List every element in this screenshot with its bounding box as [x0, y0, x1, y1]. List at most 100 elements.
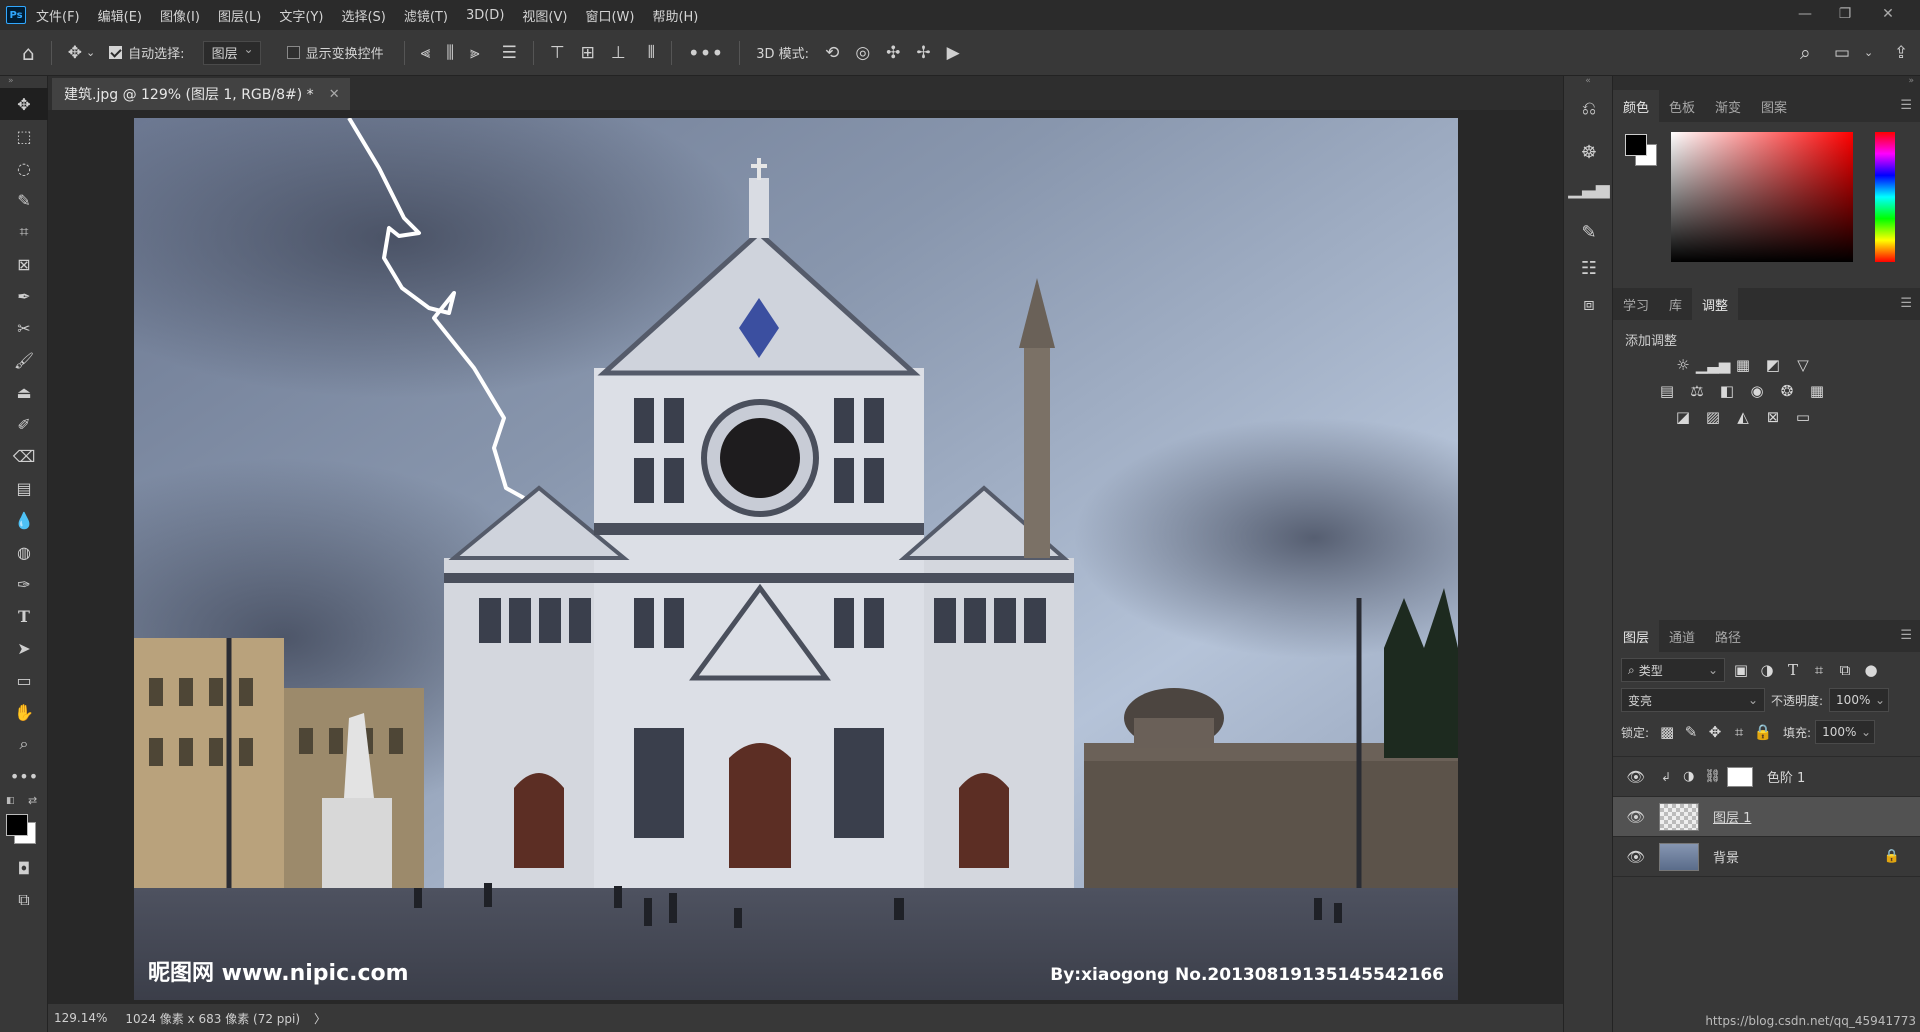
3d-roll-icon[interactable]: ◎ — [855, 43, 870, 63]
filter-shape-icon[interactable]: ⌗ — [1809, 660, 1829, 680]
align-left-icon[interactable]: ⫷ — [421, 43, 431, 63]
move-tool-icon[interactable]: ✥ — [0, 88, 48, 120]
close-icon[interactable]: ✕ — [1868, 0, 1908, 28]
layer-name[interactable]: 背景 — [1713, 847, 1739, 866]
visibility-eye-icon[interactable]: 👁 — [1623, 768, 1649, 786]
color-balance-icon[interactable]: ⚖ — [1687, 381, 1707, 401]
eraser-tool-icon[interactable]: ⌫ — [0, 440, 48, 472]
tab-libraries[interactable]: 库 — [1659, 288, 1692, 320]
status-arrow-icon[interactable]: 〉 — [314, 1010, 326, 1027]
align-center-icon[interactable]: ⫼ — [446, 43, 454, 63]
tab-channels[interactable]: 通道 — [1659, 620, 1705, 652]
foreground-color-swatch[interactable] — [6, 814, 28, 836]
healing-tool-icon[interactable]: ✂ — [0, 312, 48, 344]
tab-layers[interactable]: 图层 — [1613, 620, 1660, 652]
3d-orbit-icon[interactable]: ⟲ — [825, 43, 839, 63]
brush-tool-icon[interactable]: 🖌 — [0, 344, 48, 376]
menu-view[interactable]: 视图(V) — [522, 6, 567, 25]
filter-pixel-icon[interactable]: ▣ — [1731, 660, 1751, 680]
vibrance-icon[interactable]: ▽ — [1793, 355, 1813, 375]
history-brush-tool-icon[interactable]: ✐ — [0, 408, 48, 440]
close-tab-icon[interactable]: ✕ — [329, 87, 340, 102]
marquee-tool-icon[interactable]: ⬚ — [0, 120, 48, 152]
gradient-map-icon[interactable]: ▭ — [1793, 407, 1813, 427]
layer-name[interactable]: 图层 1 — [1713, 807, 1751, 826]
lock-artboard-icon[interactable]: ⌗ — [1729, 722, 1749, 742]
visibility-eye-icon[interactable]: 👁 — [1623, 808, 1649, 826]
3d-pan-icon[interactable]: ✣ — [886, 43, 900, 63]
3d-panel-icon[interactable]: ⧈ — [1564, 286, 1614, 322]
share-icon[interactable]: ⇪ — [1894, 43, 1908, 63]
align-bottom-icon[interactable]: ⊥ — [611, 43, 626, 63]
color-foreground-swatch[interactable] — [1625, 134, 1647, 156]
exposure-icon[interactable]: ◩ — [1763, 355, 1783, 375]
zoom-level[interactable]: 129.14% — [54, 1011, 107, 1025]
panel-menu-icon[interactable]: ☰ — [1900, 296, 1912, 311]
lock-all-icon[interactable]: 🔒 — [1753, 722, 1773, 742]
history-panel-icon[interactable]: ⎌ — [1564, 90, 1614, 126]
layer-mask-thumbnail[interactable] — [1726, 766, 1753, 787]
distribute-icon[interactable]: ☰ — [502, 43, 517, 63]
collapse-icon[interactable]: « — [1564, 76, 1612, 90]
canvas[interactable]: 昵图网 www.nipic.com By:xiaogong No.2013081… — [134, 118, 1458, 1000]
minimize-icon[interactable]: — — [1785, 0, 1825, 28]
tab-gradients[interactable]: 渐变 — [1705, 90, 1751, 122]
filter-smart-object-icon[interactable]: ⧉ — [1835, 660, 1855, 680]
posterize-icon[interactable]: ▨ — [1703, 407, 1723, 427]
show-transform-checkbox[interactable] — [286, 46, 300, 59]
stamp-tool-icon[interactable]: ⏏ — [0, 376, 48, 408]
shape-tool-icon[interactable]: ▭ — [0, 664, 48, 696]
crop-tool-icon[interactable]: ⌗ — [0, 216, 48, 248]
path-select-tool-icon[interactable]: ➤ — [0, 632, 48, 664]
tab-patterns[interactable]: 图案 — [1751, 90, 1797, 122]
lock-image-icon[interactable]: ✎ — [1681, 722, 1701, 742]
properties-panel-icon[interactable]: ☸ — [1564, 134, 1614, 170]
quick-mask-icon[interactable]: ◘ — [0, 852, 48, 884]
tab-color[interactable]: 颜色 — [1613, 90, 1660, 122]
search-icon[interactable]: ⌕ — [1800, 42, 1811, 64]
filter-toggle-icon[interactable]: ● — [1861, 660, 1881, 680]
workspace-icon[interactable]: ▭ — [1834, 43, 1850, 63]
menu-select[interactable]: 选择(S) — [341, 6, 385, 25]
align-right-icon[interactable]: ⫸ — [470, 43, 480, 63]
black-white-icon[interactable]: ◧ — [1717, 381, 1737, 401]
channel-mixer-icon[interactable]: ❂ — [1777, 381, 1797, 401]
hue-slider[interactable] — [1875, 132, 1895, 262]
layer-row[interactable]: 👁 ↲ ◑ ⛓ 色阶 1 — [1613, 757, 1920, 797]
color-lookup-icon[interactable]: ▦ — [1807, 381, 1827, 401]
histogram-icon[interactable]: ▁▃▅ — [1564, 170, 1614, 206]
pen-tool-icon[interactable]: ✑ — [0, 568, 48, 600]
home-icon[interactable]: ⌂ — [22, 41, 35, 65]
gradient-tool-icon[interactable]: ▤ — [0, 472, 48, 504]
opacity-field[interactable]: 100% ⌄ — [1829, 688, 1890, 712]
menu-filter[interactable]: 滤镜(T) — [404, 6, 448, 25]
menu-file[interactable]: 文件(F) — [36, 6, 80, 25]
menu-layer[interactable]: 图层(L) — [218, 6, 261, 25]
quick-select-tool-icon[interactable]: ✎ — [0, 184, 48, 216]
fill-field[interactable]: 100% ⌄ — [1815, 720, 1876, 744]
layer-row[interactable]: 👁 背景 🔒 — [1613, 837, 1920, 877]
move-tool-icon[interactable]: ✥ — [68, 43, 82, 63]
lasso-tool-icon[interactable]: ◌ — [0, 152, 48, 184]
auto-select-dropdown[interactable]: 图层 — [202, 40, 261, 65]
adjustments-sliders-icon[interactable]: ☷ — [1564, 250, 1614, 286]
brush-settings-icon[interactable]: ✎ — [1564, 214, 1614, 250]
zoom-tool-icon[interactable]: ⌕ — [0, 728, 48, 760]
swap-colors-icon[interactable]: ⇄ — [28, 794, 37, 807]
menu-help[interactable]: 帮助(H) — [652, 6, 698, 25]
visibility-eye-icon[interactable]: 👁 — [1623, 848, 1649, 866]
more-tools-icon[interactable]: ••• — [0, 760, 48, 792]
filter-type-icon[interactable]: T — [1783, 660, 1803, 680]
tab-swatches[interactable]: 色板 — [1659, 90, 1705, 122]
blend-mode-dropdown[interactable]: 变亮 ⌄ — [1621, 688, 1765, 712]
restore-icon[interactable]: ❐ — [1825, 0, 1865, 28]
color-spectrum-field[interactable] — [1671, 132, 1853, 262]
collapse-icon[interactable]: » — [1613, 76, 1920, 90]
selective-color-icon[interactable]: ⊠ — [1763, 407, 1783, 427]
default-colors-icon[interactable]: ◧ — [6, 796, 15, 806]
menu-3d[interactable]: 3D(D) — [466, 8, 504, 23]
lock-position-icon[interactable]: ✥ — [1705, 722, 1725, 742]
type-tool-icon[interactable]: T — [0, 600, 48, 632]
chevron-down-icon[interactable]: ⌄ — [86, 46, 95, 59]
3d-slide-icon[interactable]: ✢ — [916, 43, 930, 63]
